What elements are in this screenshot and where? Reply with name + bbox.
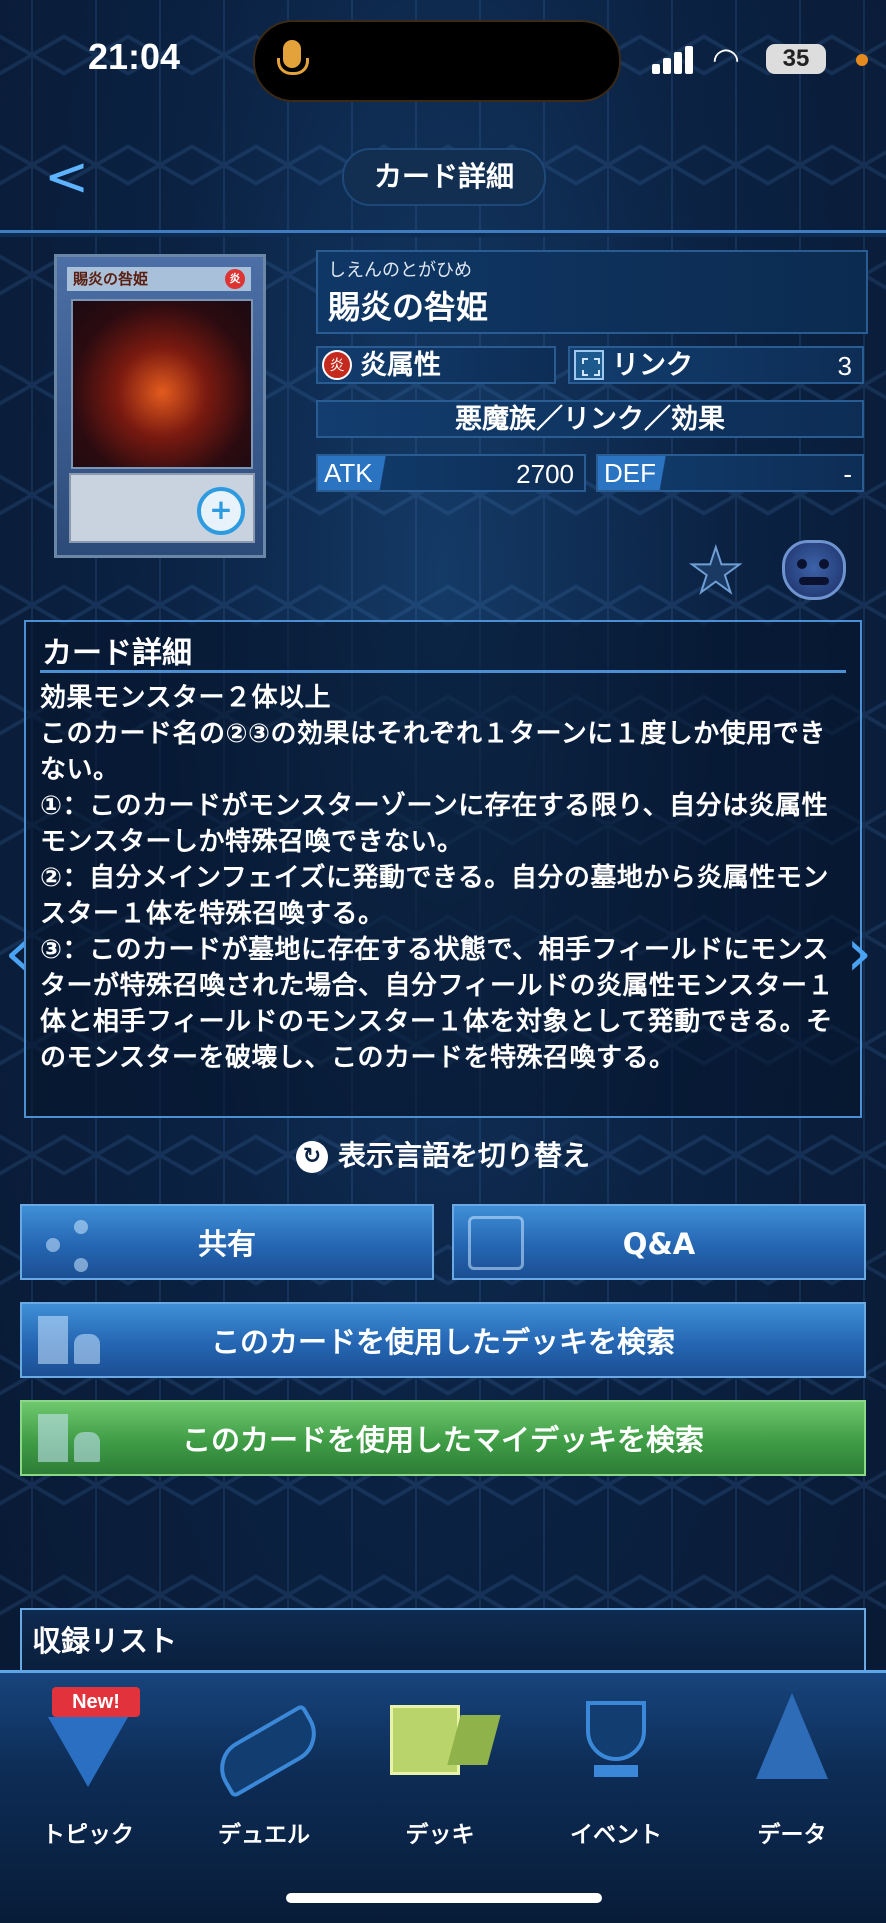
card-attribute-icon: 炎 <box>225 269 245 289</box>
link-label: リンク <box>612 350 693 381</box>
atk-row: ATK 2700 <box>316 454 586 492</box>
def-row: DEF - <box>596 454 864 492</box>
dynamic-island <box>253 20 621 102</box>
attribute-row: 炎 炎属性 <box>316 346 556 384</box>
def-label: DEF <box>598 456 688 490</box>
topic-icon <box>48 1717 128 1787</box>
page-title: カード詳細 <box>342 148 546 206</box>
atk-value: 2700 <box>516 459 574 489</box>
qa-icon <box>468 1216 524 1270</box>
swap-language-icon: ↻ <box>295 1141 328 1173</box>
card-name: 賜炎の咎姫 <box>328 288 489 326</box>
bottom-nav: New! トピック デュエル デッキ イベント データ <box>0 1670 886 1923</box>
status-bar: 21:04 ◠ 35 <box>0 0 886 120</box>
link-icon <box>574 350 604 380</box>
atk-label: ATK <box>318 456 408 490</box>
description-title: カード詳細 <box>42 636 192 671</box>
signal-icon <box>652 46 696 74</box>
card-image[interactable]: 賜炎の咎姫 炎 + <box>54 254 266 558</box>
link-row: リンク 3 <box>568 346 864 384</box>
wifi-icon: ◠ <box>712 40 740 78</box>
description-text: 効果モンスター２体以上 このカード名の②③の効果はそれぞれ１ターンに１度しか使用… <box>40 683 834 1073</box>
divider <box>40 670 846 673</box>
new-badge: New! <box>52 1687 140 1717</box>
language-toggle-label: 表示言語を切り替え <box>337 1139 590 1172</box>
zoom-icon[interactable]: + <box>197 487 245 535</box>
nav-event[interactable]: イベント <box>528 1687 704 1848</box>
nav-duel[interactable]: デュエル <box>176 1687 352 1848</box>
trophy-icon <box>586 1701 646 1761</box>
nav-data[interactable]: データ <box>704 1687 880 1848</box>
favorite-star-icon[interactable]: ★ <box>687 539 745 603</box>
header: < カード詳細 <box>0 120 886 233</box>
card-artwork <box>71 299 253 469</box>
link-value: 3 <box>837 351 852 381</box>
qa-button[interactable]: Q&A <box>452 1204 866 1280</box>
search-deck-button[interactable]: このカードを使用したデッキを検索 <box>20 1302 866 1378</box>
status-time: 21:04 <box>88 36 181 77</box>
attribute-label: 炎属性 <box>360 350 441 381</box>
share-button[interactable]: 共有 <box>20 1204 434 1280</box>
back-button[interactable]: < <box>44 150 89 204</box>
card-image-name: 賜炎の咎姫 炎 <box>67 267 251 291</box>
chevron-left-icon: < <box>44 145 90 208</box>
card-text-box: + <box>69 473 255 543</box>
fire-attribute-icon: 炎 <box>322 350 352 380</box>
pot-icon[interactable] <box>782 540 846 600</box>
language-toggle[interactable]: ↻ 表示言語を切り替え <box>0 1134 886 1178</box>
home-indicator[interactable] <box>286 1893 602 1903</box>
duel-disk-icon <box>209 1703 327 1799</box>
trophy-base <box>594 1765 638 1777</box>
data-character-icon <box>756 1693 828 1779</box>
card-ruby: しえんのとがひめ <box>328 260 472 281</box>
card-description-panel: カード詳細 効果モンスター２体以上 このカード名の②③の効果はそれぞれ１ターンに… <box>24 620 862 1118</box>
battery-indicator: 35 <box>766 44 826 74</box>
def-value: - <box>843 459 852 489</box>
next-card-arrow-icon[interactable]: › <box>846 920 872 986</box>
share-icon <box>36 1216 92 1270</box>
card-type: 悪魔族／リンク／効果 <box>316 400 864 438</box>
recording-dot-icon <box>856 54 868 66</box>
search-my-deck-button[interactable]: このカードを使用したマイデッキを検索 <box>20 1400 866 1476</box>
nav-deck[interactable]: デッキ <box>352 1687 528 1848</box>
deck-users-icon <box>36 1314 100 1368</box>
my-deck-icon <box>36 1412 100 1466</box>
card-name-box: しえんのとがひめ 賜炎の咎姫 <box>316 250 868 334</box>
microphone-icon <box>277 40 309 75</box>
prev-card-arrow-icon[interactable]: ‹ <box>4 920 30 986</box>
record-list-header[interactable]: 収録リスト <box>20 1608 866 1670</box>
nav-topic[interactable]: New! トピック <box>0 1687 176 1848</box>
